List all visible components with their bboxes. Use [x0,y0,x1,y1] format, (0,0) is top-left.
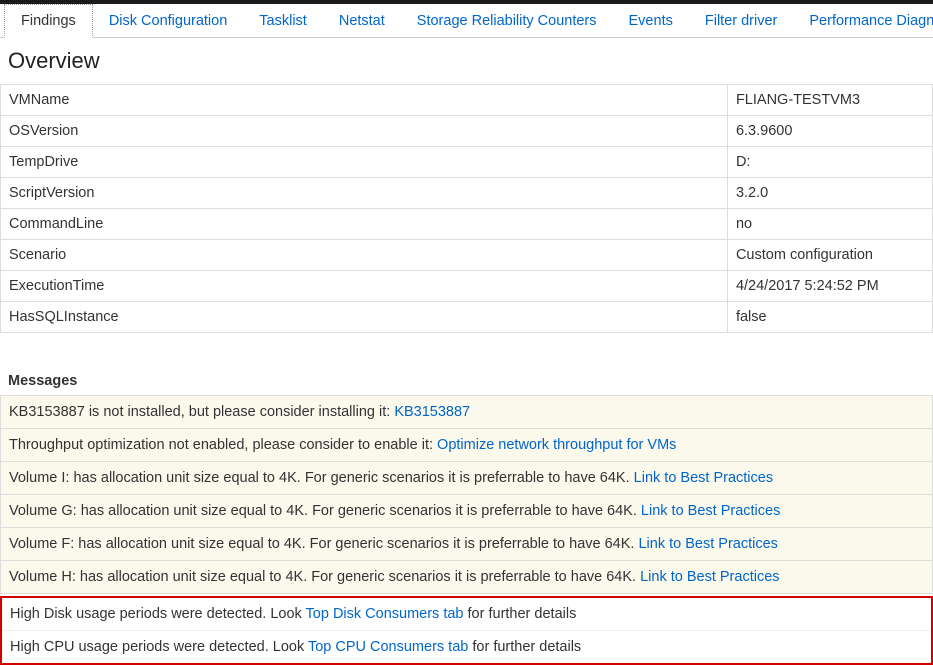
prop-value: Custom configuration [727,240,932,271]
prop-key: ScriptVersion [1,178,728,209]
tab-netstat[interactable]: Netstat [323,5,401,37]
message-row: KB3153887 is not installed, but please c… [0,395,933,429]
table-row: CommandLineno [1,209,933,240]
prop-key: Scenario [1,240,728,271]
table-row: ExecutionTime4/24/2017 5:24:52 PM [1,271,933,302]
message-text: Volume I: has allocation unit size equal… [9,470,634,486]
prop-key: ExecutionTime [1,271,728,302]
tab-tasklist[interactable]: Tasklist [243,5,323,37]
message-text: for further details [464,606,577,622]
prop-key: HasSQLInstance [1,302,728,333]
message-link[interactable]: Top CPU Consumers tab [308,639,468,655]
message-text: Volume H: has allocation unit size equal… [9,569,640,585]
message-row: Volume F: has allocation unit size equal… [0,528,933,561]
tab-filter-driver[interactable]: Filter driver [689,5,794,37]
tab-findings[interactable]: Findings [4,4,93,38]
message-text: High Disk usage periods were detected. L… [10,606,306,622]
table-row: TempDriveD: [1,147,933,178]
messages-heading: Messages [8,373,925,389]
prop-key: TempDrive [1,147,728,178]
tab-performance-diagnostics[interactable]: Performance Diagnostics [793,5,933,37]
message-link[interactable]: KB3153887 [394,404,470,420]
message-text: for further details [468,639,581,655]
message-row: Throughput optimization not enabled, ple… [0,429,933,462]
prop-value: 4/24/2017 5:24:52 PM [727,271,932,302]
tab-events[interactable]: Events [613,5,689,37]
message-text: Volume F: has allocation unit size equal… [9,536,638,552]
prop-value: no [727,209,932,240]
prop-value: false [727,302,932,333]
tab-disk-configuration[interactable]: Disk Configuration [93,5,243,37]
messages-list: KB3153887 is not installed, but please c… [0,395,933,594]
prop-key: OSVersion [1,116,728,147]
prop-value: FLIANG-TESTVM3 [727,85,932,116]
message-row: Volume H: has allocation unit size equal… [0,561,933,594]
message-link[interactable]: Optimize network throughput for VMs [437,437,676,453]
table-row: OSVersion6.3.9600 [1,116,933,147]
overview-heading: Overview [8,48,925,74]
prop-value: 3.2.0 [727,178,932,209]
message-text: Throughput optimization not enabled, ple… [9,437,437,453]
message-text: KB3153887 is not installed, but please c… [9,404,394,420]
highlight-row: High CPU usage periods were detected. Lo… [2,630,931,663]
message-link[interactable]: Link to Best Practices [634,470,773,486]
table-row: ScriptVersion3.2.0 [1,178,933,209]
tab-strip: Findings Disk Configuration Tasklist Net… [0,4,933,38]
prop-value: D: [727,147,932,178]
message-link[interactable]: Link to Best Practices [638,536,777,552]
message-text: Volume G: has allocation unit size equal… [9,503,641,519]
prop-value: 6.3.9600 [727,116,932,147]
message-row: Volume I: has allocation unit size equal… [0,462,933,495]
overview-table: VMNameFLIANG-TESTVM3 OSVersion6.3.9600 T… [0,84,933,333]
table-row: ScenarioCustom configuration [1,240,933,271]
message-link[interactable]: Top Disk Consumers tab [306,606,464,622]
tab-storage-reliability-counters[interactable]: Storage Reliability Counters [401,5,613,37]
highlight-row: High Disk usage periods were detected. L… [2,598,931,630]
table-row: HasSQLInstancefalse [1,302,933,333]
table-row: VMNameFLIANG-TESTVM3 [1,85,933,116]
message-link[interactable]: Link to Best Practices [640,569,779,585]
prop-key: CommandLine [1,209,728,240]
message-link[interactable]: Link to Best Practices [641,503,780,519]
prop-key: VMName [1,85,728,116]
message-text: High CPU usage periods were detected. Lo… [10,639,308,655]
message-row: Volume G: has allocation unit size equal… [0,495,933,528]
